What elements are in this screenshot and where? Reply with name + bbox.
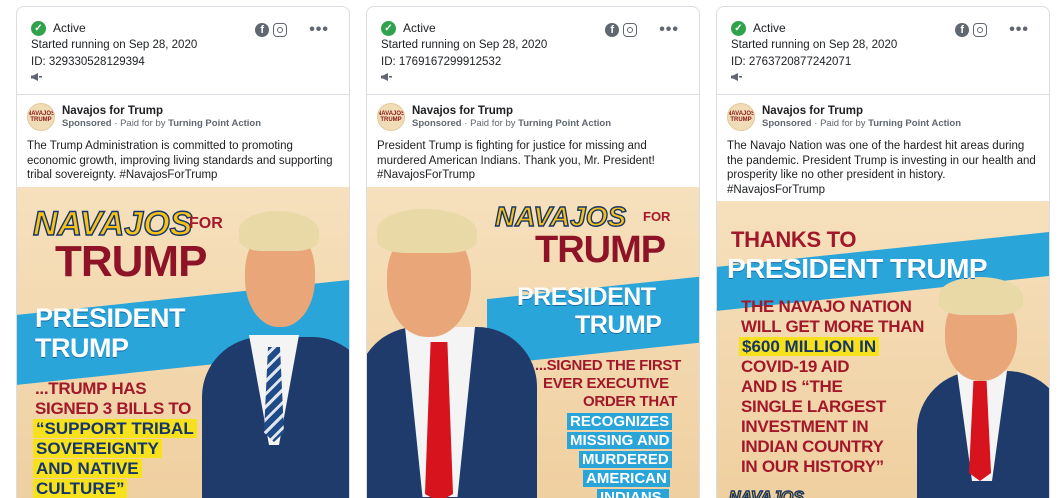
status-text: Active <box>753 21 786 35</box>
ad-id: ID: 329330528129394 <box>31 56 145 68</box>
page-row: NAVAJOS TRUMP Navajos for Trump Sponsore… <box>727 103 1039 131</box>
page-name[interactable]: Navajos for Trump <box>62 104 261 118</box>
ad-card-header: ✓ Active Started running on Sep 28, 2020… <box>717 7 1049 95</box>
ad-text: The Trump Administration is committed to… <box>27 140 333 181</box>
avatar[interactable]: NAVAJOS TRUMP <box>27 103 55 131</box>
payer-name: Turning Point Action <box>518 118 612 129</box>
megaphone-icon <box>731 73 742 81</box>
sponsor-line: Sponsored · Paid for by Turning Point Ac… <box>62 118 262 129</box>
megaphone-icon <box>381 73 392 81</box>
check-circle-icon: ✓ <box>381 20 396 36</box>
ad-body: NAVAJOS TRUMP Navajos for Trump Sponsore… <box>717 95 1049 197</box>
payer-name: Turning Point Action <box>868 118 962 129</box>
ad-text: The Navajo Nation was one of the hardest… <box>727 140 1036 196</box>
start-date: Started running on Sep 28, 2020 <box>31 39 198 51</box>
paid-for-label: Paid for by <box>820 118 866 129</box>
more-options-icon[interactable]: ••• <box>659 22 679 38</box>
start-date: Started running on Sep 28, 2020 <box>381 39 548 51</box>
ad-card-2: ✓ Active Started running on Sep 28, 2020… <box>366 6 700 498</box>
instagram-icon <box>273 23 288 37</box>
status-text: Active <box>53 21 86 35</box>
page-row: NAVAJOS TRUMP Navajos for Trump Sponsore… <box>27 103 339 131</box>
ad-body: NAVAJOS TRUMP Navajos for Trump Sponsore… <box>17 95 349 183</box>
more-options-icon[interactable]: ••• <box>1009 22 1029 38</box>
sponsor-line: Sponsored · Paid for by Turning Point Ac… <box>762 118 962 129</box>
platform-icons: f ••• <box>955 22 1029 38</box>
platform-icons: f ••• <box>605 22 679 38</box>
platform-icons: f ••• <box>255 22 329 38</box>
instagram-icon <box>623 23 638 37</box>
page-row: NAVAJOS TRUMP Navajos for Trump Sponsore… <box>377 103 689 131</box>
more-options-icon[interactable]: ••• <box>309 22 329 38</box>
ad-creative-image[interactable]: NAVAJOS FOR TRUMP PRESIDENT TRUMP ...SIG… <box>367 187 699 498</box>
ad-text: President Trump is fighting for justice … <box>377 140 655 181</box>
megaphone-icon <box>31 73 42 81</box>
facebook-icon: f <box>605 23 620 37</box>
paid-for-label: Paid for by <box>120 118 166 129</box>
check-circle-icon: ✓ <box>731 20 746 36</box>
ad-card-3: ✓ Active Started running on Sep 28, 2020… <box>716 6 1050 498</box>
paid-for-label: Paid for by <box>470 118 516 129</box>
sponsored-label: Sponsored <box>62 118 112 129</box>
facebook-icon: f <box>955 23 970 37</box>
ad-id: ID: 1769167299912532 <box>381 56 502 68</box>
payer-name: Turning Point Action <box>168 118 262 129</box>
ad-card-1: ✓ Active Started running on Sep 28, 2020… <box>16 6 350 498</box>
page-name[interactable]: Navajos for Trump <box>762 104 961 118</box>
avatar[interactable]: NAVAJOS TRUMP <box>727 103 755 131</box>
status-text: Active <box>403 21 436 35</box>
ad-id: ID: 2763720877242071 <box>731 56 852 68</box>
instagram-icon <box>973 23 988 37</box>
sponsor-line: Sponsored · Paid for by Turning Point Ac… <box>412 118 612 129</box>
ad-card-header: ✓ Active Started running on Sep 28, 2020… <box>17 7 349 95</box>
check-circle-icon: ✓ <box>31 20 46 36</box>
navajos-wordmark: NAVAJOS <box>728 488 804 498</box>
ad-creative-image[interactable]: NAVAJOS FOR TRUMP PRESIDENT TRUMP ...TRU… <box>17 187 349 498</box>
facebook-icon: f <box>255 23 270 37</box>
avatar[interactable]: NAVAJOS TRUMP <box>377 103 405 131</box>
ad-creative-image[interactable]: THANKS TO PRESIDENT TRUMP THE NAVAJO NAT… <box>717 201 1049 498</box>
page-name[interactable]: Navajos for Trump <box>412 104 611 118</box>
ad-card-header: ✓ Active Started running on Sep 28, 2020… <box>367 7 699 95</box>
ad-body: NAVAJOS TRUMP Navajos for Trump Sponsore… <box>367 95 699 183</box>
sponsored-label: Sponsored <box>412 118 462 129</box>
sponsored-label: Sponsored <box>762 118 812 129</box>
start-date: Started running on Sep 28, 2020 <box>731 39 898 51</box>
